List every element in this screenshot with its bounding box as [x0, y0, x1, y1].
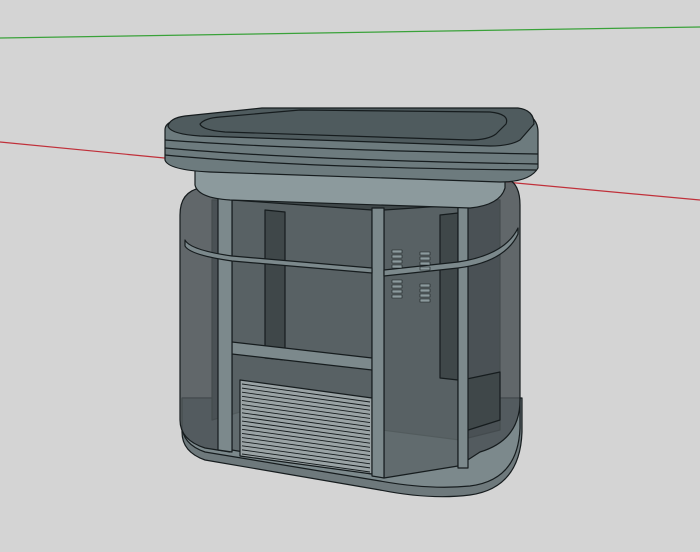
- fixture-slot: [391, 259, 403, 264]
- scene-canvas[interactable]: [0, 0, 700, 552]
- fixture-slot: [419, 261, 431, 266]
- frame-post-left: [217, 197, 233, 453]
- fixture-slot: [419, 266, 431, 271]
- green-axis-line: [0, 26, 700, 39]
- frame-post-right: [457, 201, 469, 469]
- frame-post-center: [371, 207, 385, 479]
- fixture-slot: [391, 254, 403, 259]
- fixture-slot: [419, 256, 431, 261]
- fixture-slot: [419, 293, 431, 298]
- fixture-slot: [419, 298, 431, 303]
- inner-partition-left: [264, 209, 286, 361]
- red-axis-line-left: [0, 141, 186, 161]
- modeling-viewport[interactable]: [0, 0, 700, 552]
- fixture-slot: [391, 284, 403, 289]
- fixture-slot: [391, 279, 403, 284]
- kiosk-model[interactable]: [164, 107, 539, 498]
- fixture-slot: [391, 249, 403, 254]
- fixture-slot: [419, 288, 431, 293]
- fixture-slot: [419, 283, 431, 288]
- fixture-slot: [391, 294, 403, 299]
- fixture-slot: [391, 264, 403, 269]
- red-axis-line-right: [504, 181, 700, 201]
- inner-partition-right: [439, 212, 459, 381]
- fixture-slot: [419, 251, 431, 256]
- fixture-slot: [391, 289, 403, 294]
